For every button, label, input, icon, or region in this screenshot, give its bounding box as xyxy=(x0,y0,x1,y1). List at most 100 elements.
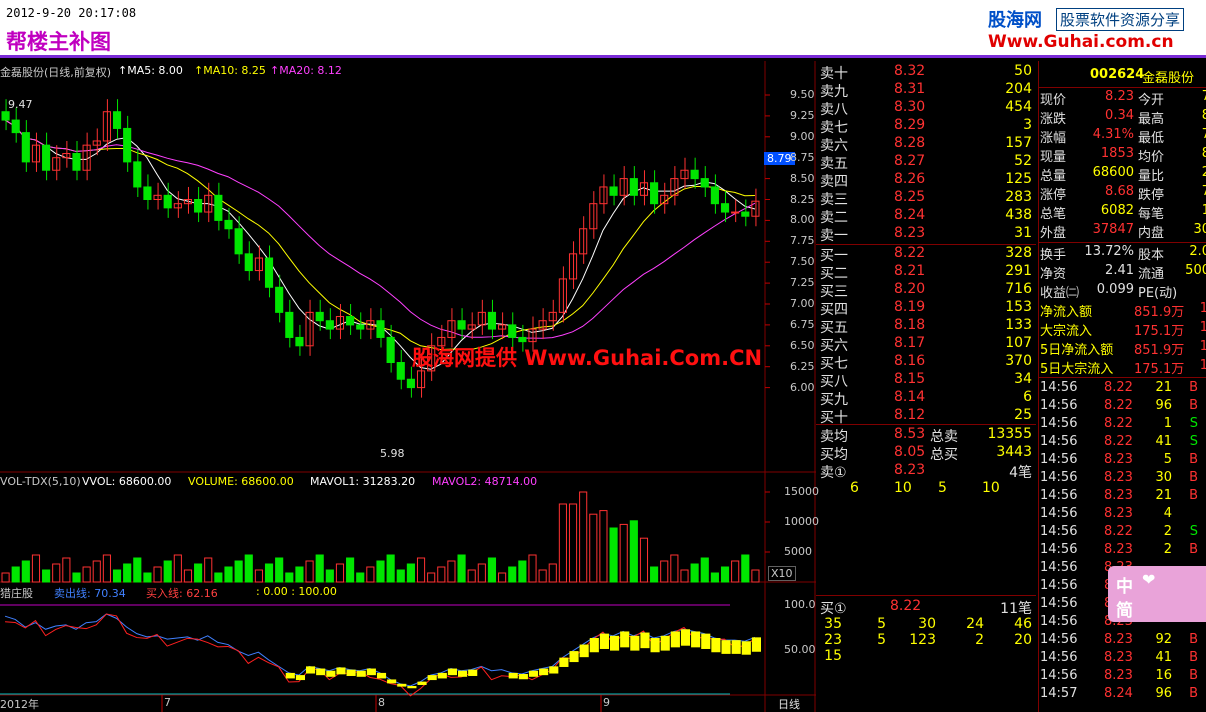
indicator-bar xyxy=(569,651,579,663)
indicator-bar xyxy=(670,631,680,648)
tick-row: 14:56 8.22 1 S xyxy=(1040,416,1198,431)
volume-bar xyxy=(437,566,446,583)
indicator-bar xyxy=(701,633,711,649)
volume-bar xyxy=(264,563,274,583)
volume-bar xyxy=(396,569,405,583)
price-tick-label: 9.25 xyxy=(790,108,815,122)
volume-bar xyxy=(376,560,385,583)
indicator-bar xyxy=(579,644,589,658)
tick-row: 14:56 8.23 21 B xyxy=(1040,488,1198,503)
ma10-line xyxy=(4,119,755,351)
tick-row: 14:56 8.23 2 B xyxy=(1040,542,1198,557)
volume-bar xyxy=(42,569,51,583)
tick-row: 14:56 8.23 92 B xyxy=(1040,632,1198,647)
indicator-bar xyxy=(346,669,356,676)
mavol2-value: MAVOL2: 48714.00 xyxy=(432,475,538,488)
date-label: 2012年 xyxy=(0,698,39,711)
candle-body xyxy=(42,144,51,171)
bid-row: 买九 8.14 6 xyxy=(820,389,1032,408)
ask-row: 卖十 8.32 50 xyxy=(820,63,1032,82)
candle-body xyxy=(396,362,405,380)
indicator-tick-label: 50.00 xyxy=(784,643,816,656)
indicator-bar xyxy=(508,672,518,679)
ask-row: 卖八 8.30 454 xyxy=(820,99,1032,118)
quote-row: 外盘 37847 内盘 30 xyxy=(1040,222,1206,241)
candle-body xyxy=(163,194,172,209)
low-price-label: 5.98 xyxy=(380,447,405,460)
candle-body xyxy=(275,286,284,313)
volume-bar xyxy=(82,566,91,583)
indicator-bar xyxy=(539,668,549,676)
volume-bar xyxy=(487,557,497,583)
volume-bar xyxy=(346,557,355,583)
candle-body xyxy=(700,178,709,188)
price-tick-label: 8.75 xyxy=(790,150,815,164)
indicator-bar xyxy=(650,638,660,653)
indicator-bar xyxy=(559,657,569,667)
mavol1-value: MAVOL1: 31283.20 xyxy=(310,475,416,488)
volume-bar xyxy=(629,520,638,583)
quote-row: 换手 13.72% 股本 2.0 xyxy=(1040,244,1206,263)
indicator-bar xyxy=(468,669,478,676)
volume-bar xyxy=(731,560,740,583)
ask-row: 卖二 8.24 438 xyxy=(820,207,1032,226)
tick-row: 14:56 8.22 96 B xyxy=(1040,398,1198,413)
volume-bar xyxy=(224,566,233,583)
volume-bar xyxy=(670,554,679,583)
candle-body xyxy=(224,219,233,230)
candle-body xyxy=(123,127,132,163)
candle-body xyxy=(21,132,30,163)
volume-bar xyxy=(447,560,456,583)
candle-body xyxy=(133,161,142,188)
tick-row: 14:56 8.23 41 B xyxy=(1040,650,1198,665)
chinese-mode-toggle[interactable]: 中 xyxy=(1116,572,1133,597)
indicator-bar xyxy=(731,640,741,654)
ma-legend-item: ↑MA10: 8.25 xyxy=(194,64,266,77)
ask-row: 卖三 8.25 283 xyxy=(820,189,1032,208)
indicator-bar xyxy=(397,683,407,687)
price-tick-label: 8.00 xyxy=(790,213,815,227)
ask-row: 卖六 8.28 157 xyxy=(820,135,1032,154)
volume-bar xyxy=(710,572,719,583)
volume-bar xyxy=(416,557,426,583)
kline-chart[interactable] xyxy=(0,61,816,712)
volume-bar xyxy=(153,566,162,583)
site-url[interactable]: Www.Guhai.com.cn xyxy=(988,32,1174,52)
avg-buy-row: 买均 8.05 总买 3443 xyxy=(820,444,1032,463)
volume-bar xyxy=(518,560,527,583)
volume-bar xyxy=(751,569,760,583)
period-button[interactable]: 日线 xyxy=(778,696,800,712)
volume-bar xyxy=(406,563,415,583)
indicator-bar xyxy=(620,631,630,648)
ask-row: 卖四 8.26 125 xyxy=(820,171,1032,190)
volume-unit[interactable]: X10 xyxy=(768,566,796,581)
volume-bar xyxy=(366,566,375,583)
buy-line xyxy=(5,613,756,697)
indicator-tick-label: 100.0 xyxy=(784,598,816,611)
indicator-bar xyxy=(316,668,326,676)
price-tick-label: 9.50 xyxy=(790,88,815,101)
simplified-toggle[interactable]: 简 xyxy=(1116,596,1133,621)
quote-row: 涨幅 4.31% 最低 7 xyxy=(1040,127,1206,146)
indicator-bar xyxy=(306,666,316,674)
volume-bar xyxy=(285,572,294,583)
title-bar: 2012-9-20 20:17:08 帮楼主补图 股海网 股票软件资源分享 Ww… xyxy=(0,0,1206,58)
volume-bar xyxy=(538,569,547,583)
site-logo[interactable]: 股海网 xyxy=(988,6,1042,32)
tick-row: 14:56 8.22 2 S xyxy=(1040,524,1198,539)
volume-bar xyxy=(589,513,598,583)
volume-bar xyxy=(295,566,304,583)
volume-bar xyxy=(528,554,537,583)
volume-bar xyxy=(173,554,182,583)
avg-sell-row: 卖均 8.53 总卖 13355 xyxy=(820,426,1032,445)
money-flow-row: 大宗流入 175.1万 1 xyxy=(1040,320,1206,339)
money-flow-row: 5日大宗流入 175.1万 1 xyxy=(1040,358,1206,377)
tick-row: 14:56 8.22 21 B xyxy=(1040,380,1198,395)
ask1-queue-header: 卖① 8.23 4笔 xyxy=(820,462,1032,481)
candle-body xyxy=(112,111,122,129)
volume-bar xyxy=(498,572,507,583)
input-method-toolbar[interactable]: 中 简 ❤ xyxy=(1108,566,1206,622)
volume-bar xyxy=(508,566,517,583)
volume-bar xyxy=(143,572,152,583)
volume-tick-label: 10000 xyxy=(784,515,819,528)
